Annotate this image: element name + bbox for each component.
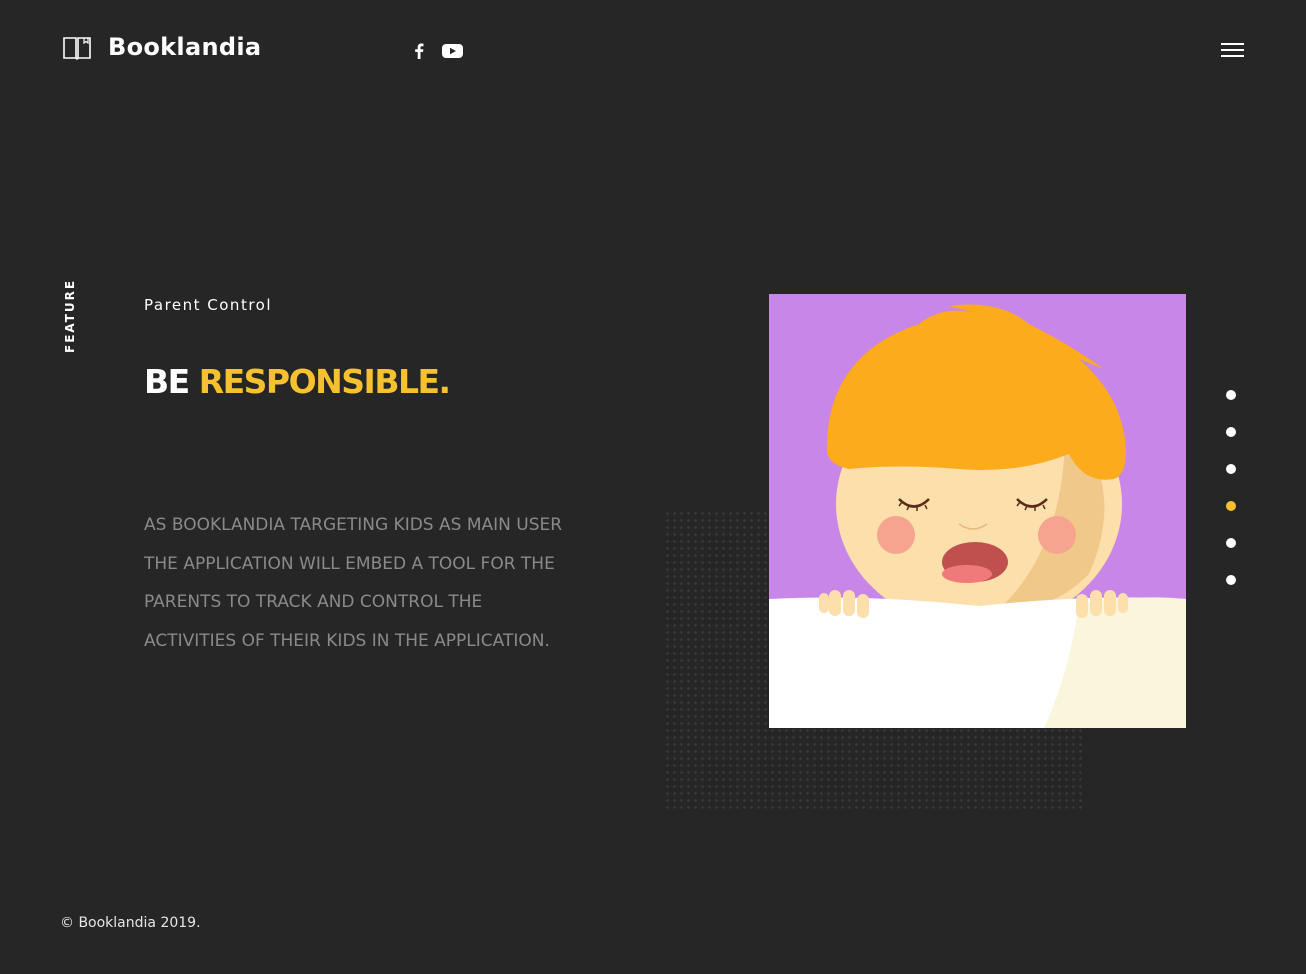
youtube-icon[interactable] bbox=[442, 43, 463, 59]
pager-dot[interactable] bbox=[1226, 538, 1236, 548]
heading-accent: RESPONSIBLE. bbox=[198, 362, 451, 401]
social-links bbox=[414, 43, 463, 59]
section-pager bbox=[1226, 390, 1236, 612]
sleepy-kid-illustration bbox=[769, 294, 1186, 728]
footer-copyright: © Booklandia 2019. bbox=[60, 915, 201, 931]
brand-logo[interactable]: Booklandia bbox=[62, 33, 261, 61]
section-subtitle: Parent Control bbox=[144, 296, 273, 314]
open-book-icon bbox=[63, 37, 91, 60]
pager-dot[interactable] bbox=[1226, 464, 1236, 474]
section-heading: BE RESPONSIBLE. bbox=[144, 362, 451, 401]
brand-name: Booklandia bbox=[108, 33, 262, 61]
section-description: As Booklandia targeting kids as main use… bbox=[144, 515, 563, 652]
section-side-label: FEATURE bbox=[63, 278, 77, 353]
facebook-icon[interactable] bbox=[414, 43, 424, 59]
heading-plain: BE bbox=[144, 362, 190, 401]
pager-dot[interactable] bbox=[1226, 390, 1236, 400]
pager-dot[interactable] bbox=[1226, 575, 1236, 585]
pager-dot[interactable] bbox=[1226, 427, 1236, 437]
pager-dot[interactable] bbox=[1226, 501, 1236, 511]
hamburger-menu-icon[interactable] bbox=[1221, 43, 1244, 57]
